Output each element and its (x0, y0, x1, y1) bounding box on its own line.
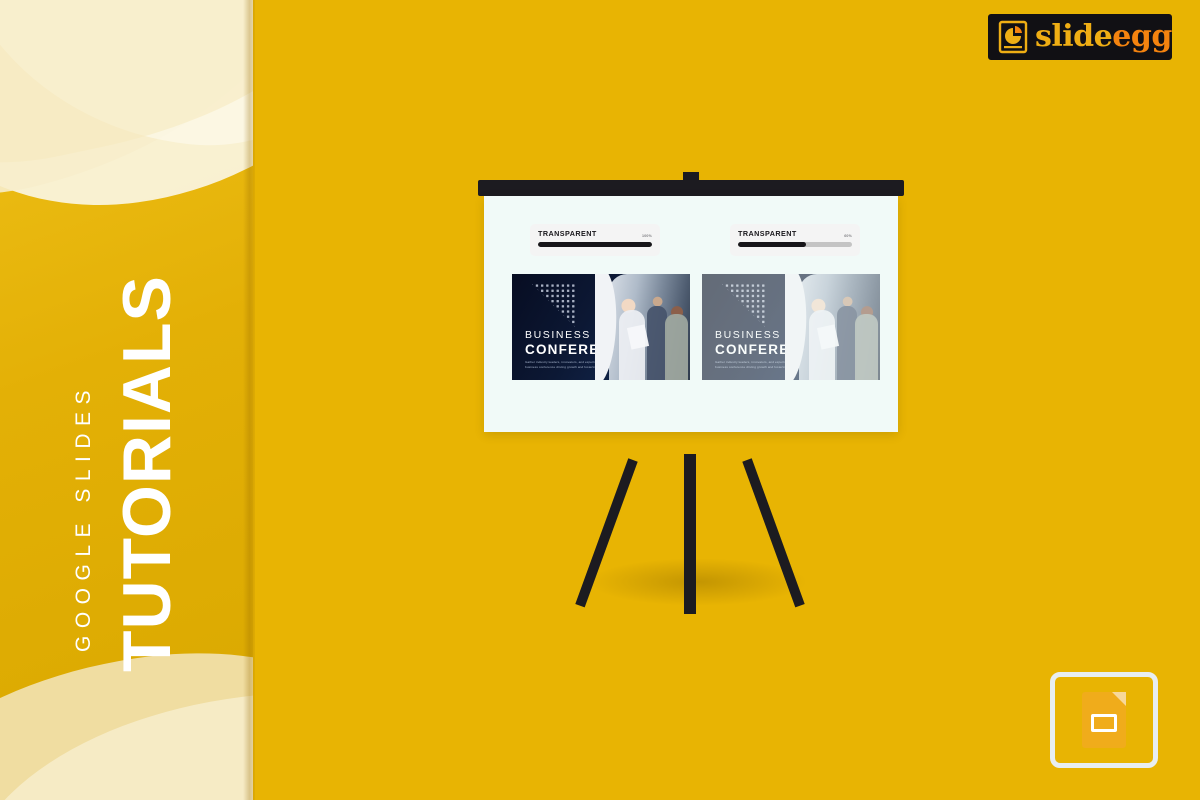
transparency-widget-row: TRANSPARENT 100% (538, 229, 652, 238)
card-photo (595, 274, 690, 380)
slideegg-logo[interactable]: slide egg (986, 12, 1174, 62)
slideegg-wordmark: slide egg (1035, 22, 1172, 52)
logo-word-part-1: slide (1035, 19, 1113, 54)
transparency-slider-track[interactable] (738, 242, 852, 247)
document-fold-corner (1112, 692, 1126, 706)
business-people-photo (609, 274, 690, 380)
tripod-shadow (588, 558, 808, 606)
panel-divider (243, 0, 255, 800)
google-slides-icon[interactable] (1050, 672, 1158, 768)
transparency-percent: 100% (642, 234, 652, 238)
dot-pattern-decoration (714, 283, 766, 329)
card-title-small: BUSINESS (715, 329, 781, 341)
panel-subtitle: GOOGLE SLIDES (72, 382, 95, 652)
transparency-label: TRANSPARENT (738, 229, 797, 238)
transparency-widget[interactable]: TRANSPARENT 60% (730, 224, 860, 256)
photo-figure (837, 306, 857, 380)
pie-chart-document-icon (998, 20, 1028, 54)
slide-card[interactable]: BUSINESS CONFERENCE Gather industry lead… (512, 274, 690, 380)
transparency-widget[interactable]: TRANSPARENT 100% (530, 224, 660, 256)
slide-rectangle-glyph (1091, 714, 1117, 732)
photo-figure (665, 314, 688, 380)
business-people-photo (799, 274, 880, 380)
transparency-slider-fill (538, 242, 652, 247)
transparency-label: TRANSPARENT (538, 229, 597, 238)
photo-figure (647, 306, 667, 380)
presentation-board: TRANSPARENT 100% TRANSPARENT 60% BUSINES… (478, 172, 904, 462)
tripod-stand (478, 440, 904, 630)
transparency-percent: 60% (844, 234, 852, 238)
card-photo (785, 274, 880, 380)
transparency-slider-fill (738, 242, 807, 247)
dot-pattern-decoration (524, 283, 576, 329)
photo-document-prop (816, 324, 840, 350)
tripod-leg-center (684, 454, 696, 614)
photo-document-prop (626, 324, 650, 350)
slides-document-shape (1082, 692, 1126, 748)
vertical-title-group: GOOGLE SLIDES TUTORIALS (0, 0, 253, 800)
slide-card[interactable]: BUSINESS CONFERENCE Gather industry lead… (702, 274, 880, 380)
board-screen: TRANSPARENT 100% TRANSPARENT 60% BUSINES… (484, 196, 898, 432)
logo-word-part-2: egg (1112, 19, 1172, 54)
card-title-small: BUSINESS (525, 329, 591, 341)
panel-title: TUTORIALS (109, 275, 185, 672)
board-top-bar (478, 180, 904, 196)
transparency-slider-track[interactable] (538, 242, 652, 247)
transparency-widget-row: TRANSPARENT 60% (738, 229, 852, 238)
left-panel: GOOGLE SLIDES TUTORIALS (0, 0, 253, 800)
photo-figure (855, 314, 878, 380)
